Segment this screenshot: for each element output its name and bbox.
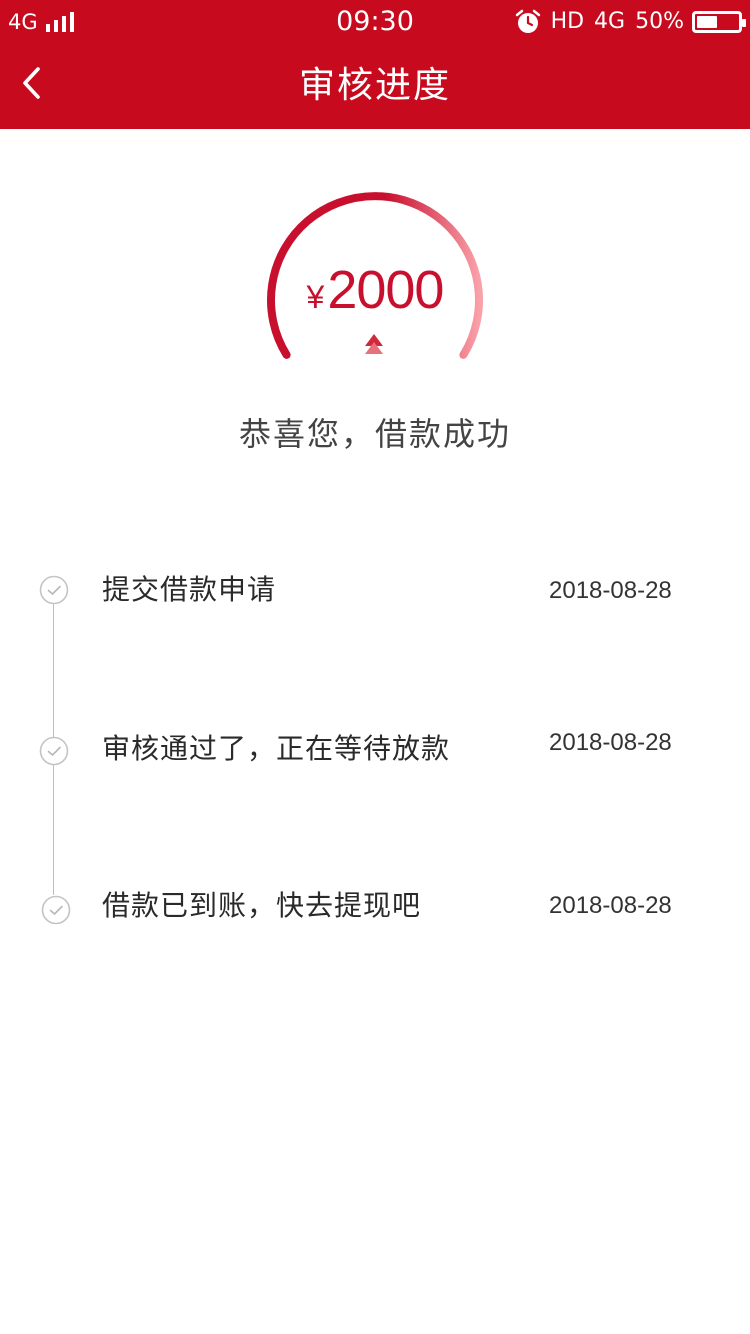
success-message: 恭喜您，借款成功 <box>238 415 511 453</box>
page-title: 审核进度 <box>298 65 451 106</box>
step-date: 2018-08-28 <box>549 577 672 604</box>
check-circle-icon <box>41 895 71 925</box>
step-date: 2018-08-28 <box>549 892 672 919</box>
status-bar: 4G 09:30 HD 4G 50% <box>0 0 750 44</box>
nav-bar: 审核进度 <box>0 44 750 129</box>
gauge-pointer-icon <box>365 334 383 354</box>
check-circle-icon <box>39 736 69 766</box>
battery-fill <box>697 16 717 28</box>
step-date: 2018-08-28 <box>549 729 672 756</box>
currency-symbol: ¥ <box>306 279 325 315</box>
check-circle-icon <box>39 575 69 605</box>
alarm-clock-icon <box>515 9 540 33</box>
app-header: 4G 09:30 HD 4G 50% 审核进度 <box>0 0 750 129</box>
amount-value: 2000 <box>327 260 444 320</box>
loan-amount: ¥2000 <box>0 258 750 329</box>
battery-percent: 50% <box>635 9 684 34</box>
network-type-right-label: 4G <box>594 9 626 34</box>
step-label: 提交借款申请 <box>102 573 277 606</box>
step-label: 借款已到账，快去提现吧 <box>102 889 422 922</box>
battery-icon <box>692 11 746 33</box>
step-label: 审核通过了，正在等待放款 <box>102 732 451 765</box>
status-right: HD 4G 50% <box>515 6 746 38</box>
hd-label: HD <box>550 9 585 34</box>
